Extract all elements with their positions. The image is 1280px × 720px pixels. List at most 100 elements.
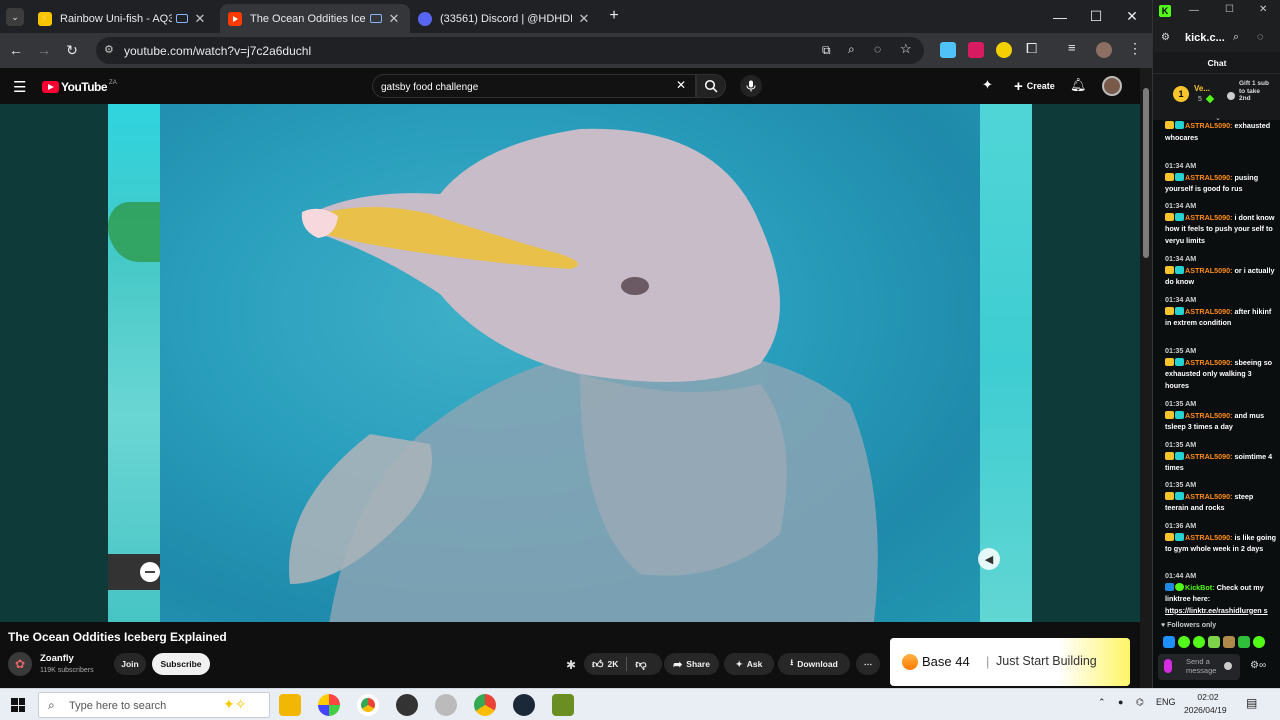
subscribe-button[interactable]: Subscribe xyxy=(152,653,210,675)
chat-emoji-icon[interactable] xyxy=(1224,662,1232,670)
ask-button[interactable]: ✦ Ask xyxy=(724,653,774,675)
taskbar-search-box[interactable]: ⌕ Type here to search ✦✧ xyxy=(38,692,270,718)
voice-search-button[interactable] xyxy=(740,75,762,97)
emote-7-icon[interactable] xyxy=(1253,636,1265,648)
browser-menu-icon[interactable]: ⋮ xyxy=(1128,40,1142,57)
close-tab-icon[interactable]: ✕ xyxy=(386,11,402,27)
install-app-icon[interactable]: ⧉ xyxy=(822,43,831,58)
extension-2-icon[interactable] xyxy=(968,42,984,58)
more-actions-icon[interactable]: ⋯ xyxy=(856,653,880,675)
extension-1-icon[interactable] xyxy=(940,42,956,58)
extension-3-icon[interactable] xyxy=(996,42,1012,58)
chat-username[interactable]: ASTRAL5090: xyxy=(1185,213,1233,222)
emote-4-icon[interactable] xyxy=(1208,636,1220,648)
back-arrow-icon[interactable]: ← xyxy=(6,40,26,60)
chat-username[interactable]: ASTRAL5090: xyxy=(1185,533,1233,542)
emote-2-icon[interactable] xyxy=(1178,636,1190,648)
app-4-icon[interactable] xyxy=(396,694,418,716)
search-box[interactable]: ✕ xyxy=(372,74,696,98)
video-player[interactable]: ◀︎ xyxy=(0,104,1140,622)
emote-picker-icon[interactable] xyxy=(1164,659,1172,673)
app-5-icon[interactable] xyxy=(435,694,457,716)
chat-username[interactable]: ASTRAL5090: xyxy=(1185,307,1233,316)
emote-5-icon[interactable] xyxy=(1223,636,1235,648)
search-input[interactable] xyxy=(381,79,671,95)
minimize-icon[interactable]: ― xyxy=(1042,0,1078,33)
chat-message-input[interactable]: Send a message xyxy=(1158,654,1240,680)
emote-6-icon[interactable] xyxy=(1238,636,1250,648)
tab-rainbow-unifish[interactable]: ⚡ Rainbow Uni-fish - AQ3D ✕ xyxy=(30,4,216,33)
chat-username[interactable]: ASTRAL5090: xyxy=(1185,358,1233,367)
kick-eye-off-icon[interactable]: ◌ xyxy=(1257,31,1264,43)
share-button[interactable]: ➦ Share xyxy=(664,653,719,675)
close-tab-icon[interactable]: ✕ xyxy=(192,11,208,27)
kick-settings-icon[interactable]: ⚙ xyxy=(1161,32,1170,43)
language-indicator[interactable]: ENG xyxy=(1156,697,1176,707)
chat-username[interactable]: ASTRAL5090: xyxy=(1185,121,1233,130)
windows-start-icon[interactable] xyxy=(11,698,25,712)
chat-username[interactable]: ASTRAL5090: xyxy=(1185,411,1233,420)
chat-username[interactable]: ASTRAL5090: xyxy=(1185,492,1233,501)
tab-ocean-oddities[interactable]: The Ocean Oddities Iceberg ✕ xyxy=(220,4,410,33)
clock-date[interactable]: 2026/04/19 xyxy=(1184,705,1227,715)
address-bar[interactable]: ⚙ youtube.com/watch?v=j7c2a6duchl ⧉ ⌕ ◌ … xyxy=(96,37,924,64)
search-button[interactable] xyxy=(696,74,726,98)
steam-icon[interactable] xyxy=(513,694,535,716)
eye-off-icon[interactable]: ◌ xyxy=(874,42,881,56)
scrollbar-thumb[interactable] xyxy=(1143,88,1149,258)
close-tab-icon[interactable]: ✕ xyxy=(576,11,592,27)
gift-sub-text[interactable]: Gift 1 sub to take 2nd xyxy=(1239,80,1269,103)
join-button[interactable]: Join xyxy=(114,653,146,675)
cast-icon[interactable]: ✦ xyxy=(982,77,993,93)
channel-name[interactable]: Zoanfly xyxy=(40,653,74,664)
tab-search-button[interactable]: ⌄ xyxy=(6,8,24,26)
network-icon[interactable]: ⌬ xyxy=(1136,697,1144,708)
emote-1-icon[interactable] xyxy=(1163,636,1175,648)
chat-link[interactable]: https://linktr.ee/rashidlurgen s xyxy=(1165,606,1268,615)
download-button[interactable]: ⭳ Download xyxy=(778,653,850,675)
clear-search-icon[interactable]: ✕ xyxy=(676,78,686,92)
chat-username[interactable]: ASTRAL5090: xyxy=(1185,452,1233,461)
minecraft-icon[interactable] xyxy=(552,694,574,716)
volume-icon[interactable]: ◀︎ xyxy=(978,548,1000,570)
kick-zoom-icon[interactable]: ⌕ xyxy=(1233,31,1239,44)
chrome-profile-icon[interactable] xyxy=(474,694,496,716)
file-explorer-icon[interactable] xyxy=(279,694,301,716)
copilot-icon[interactable] xyxy=(318,694,340,716)
tray-mic-icon[interactable]: ● xyxy=(1118,697,1123,707)
chat-settings-icon[interactable]: ⚙∞ xyxy=(1250,660,1266,671)
emote-3-icon[interactable] xyxy=(1193,636,1205,648)
tab-discord[interactable]: (33561) Discord | @HDHDHDH ✕ xyxy=(410,4,600,33)
hamburger-menu-icon[interactable]: ☰ xyxy=(13,78,26,96)
notification-center-icon[interactable]: ▤ xyxy=(1246,696,1257,710)
profile-avatar-icon[interactable] xyxy=(1096,42,1112,58)
page-scrollbar[interactable] xyxy=(1140,68,1152,688)
close-window-icon[interactable]: ✕ xyxy=(1114,0,1150,33)
sponsored-ad-banner[interactable]: Base 44 | Just Start Building xyxy=(890,638,1130,686)
thumbs-up-icon[interactable]: 👍︎ xyxy=(592,658,604,671)
notifications-bell-icon[interactable]: 🔔︎ xyxy=(1070,77,1087,93)
zoom-icon[interactable]: ⌕ xyxy=(848,42,855,57)
chrome-icon[interactable] xyxy=(357,694,379,716)
chat-username[interactable]: ASTRAL5090: xyxy=(1185,173,1233,182)
thumbs-down-icon[interactable]: 👎︎ xyxy=(635,658,646,671)
kick-minimize-icon[interactable]: ― xyxy=(1189,5,1199,16)
account-avatar[interactable] xyxy=(1102,76,1122,96)
kick-maximize-icon[interactable]: ☐ xyxy=(1225,4,1234,15)
search-highlight-icon[interactable]: ✦✧ xyxy=(223,696,246,713)
tray-overflow-icon[interactable]: ⌃ xyxy=(1098,697,1106,708)
chat-username[interactable]: KickBot: xyxy=(1185,583,1215,592)
kick-close-icon[interactable]: ✕ xyxy=(1259,4,1267,15)
extensions-puzzle-icon[interactable]: ⧠ xyxy=(1026,40,1037,57)
chat-username[interactable]: ASTRAL5090: xyxy=(1185,266,1233,275)
bookmark-star-icon[interactable]: ☆ xyxy=(900,41,912,57)
media-control-icon[interactable]: ≡ xyxy=(1068,40,1076,55)
create-button[interactable]: + Create xyxy=(1008,76,1061,96)
maximize-icon[interactable]: ☐ xyxy=(1078,0,1114,33)
reload-icon[interactable]: ↻ xyxy=(62,40,82,60)
clock-time[interactable]: 02:02 xyxy=(1192,692,1224,702)
site-info-icon[interactable]: ⚙ xyxy=(104,43,114,56)
channel-avatar[interactable]: ✿ xyxy=(8,652,32,676)
forward-arrow-icon[interactable]: → xyxy=(34,40,54,60)
youtube-logo[interactable]: YouTube ZA xyxy=(42,80,117,94)
